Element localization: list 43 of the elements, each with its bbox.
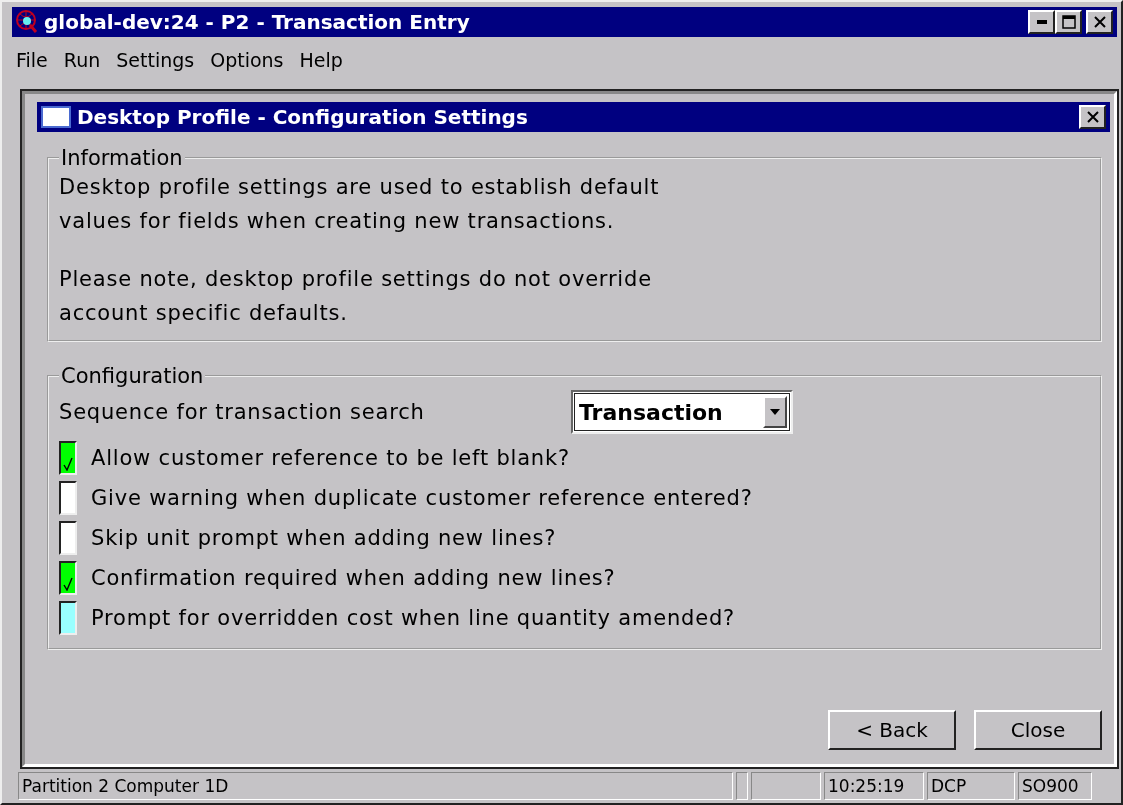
menu-item[interactable]: Run: [59, 49, 105, 71]
minimize-button[interactable]: [1028, 10, 1055, 34]
checkbox[interactable]: [59, 481, 77, 515]
group-label: Information: [60, 146, 184, 170]
checkbox-label: Allow customer reference to be left blank?: [91, 446, 570, 470]
sequence-dropdown[interactable]: Transaction: [571, 390, 793, 434]
status-panel: [736, 772, 748, 800]
checkbox-label: Confirmation required when adding new lines?: [91, 566, 616, 590]
menu-item[interactable]: Options: [206, 49, 288, 71]
menu-item[interactable]: Help: [295, 49, 347, 71]
field-label: Sequence for transaction search: [59, 400, 426, 424]
globe-magnifier-icon: [16, 10, 38, 34]
menu-item[interactable]: Settings: [112, 49, 199, 71]
menu-item[interactable]: File: [12, 49, 52, 71]
checkbox-label: Give warning when duplicate customer reference entered?: [91, 486, 753, 510]
close-button[interactable]: [1079, 105, 1106, 129]
checkbox[interactable]: [59, 561, 77, 595]
checkbox[interactable]: [59, 441, 77, 475]
status-message: Partition 2 Computer 1D: [18, 772, 733, 800]
information-text: Please note, desktop profile settings do not override account specific defaults.: [59, 266, 653, 327]
check-icon: [63, 577, 73, 591]
dialog-title: Desktop Profile - Configuration Settings: [77, 105, 529, 129]
close-button[interactable]: [1086, 10, 1113, 34]
dialog-button[interactable]: Close: [974, 710, 1102, 750]
maximize-button[interactable]: [1055, 10, 1082, 34]
window-title: global-dev:24 - P2 - Transaction Entry: [44, 10, 471, 34]
minimize-icon: [1036, 20, 1047, 24]
information-text: Desktop profile settings are used to establish default values for fields when creating new transactions.: [59, 174, 661, 235]
maximize-icon: [1061, 15, 1076, 29]
checkbox[interactable]: [59, 521, 77, 555]
group-label: Configuration: [60, 364, 205, 388]
close-icon: [1085, 111, 1100, 123]
status-time: 10:25:19: [824, 772, 924, 800]
check-icon: [63, 457, 73, 471]
window-icon: [41, 105, 71, 129]
status-mode: DCP: [927, 772, 1015, 800]
close-icon: [1092, 16, 1107, 28]
dialog-button[interactable]: < Back: [828, 710, 956, 750]
checkbox-label: Prompt for overridden cost when line quantity amended?: [91, 606, 735, 630]
checkbox-label: Skip unit prompt when adding new lines?: [91, 526, 557, 550]
status-panel: [751, 772, 821, 800]
checkbox[interactable]: [59, 601, 77, 635]
status-program: SO900: [1018, 772, 1092, 800]
